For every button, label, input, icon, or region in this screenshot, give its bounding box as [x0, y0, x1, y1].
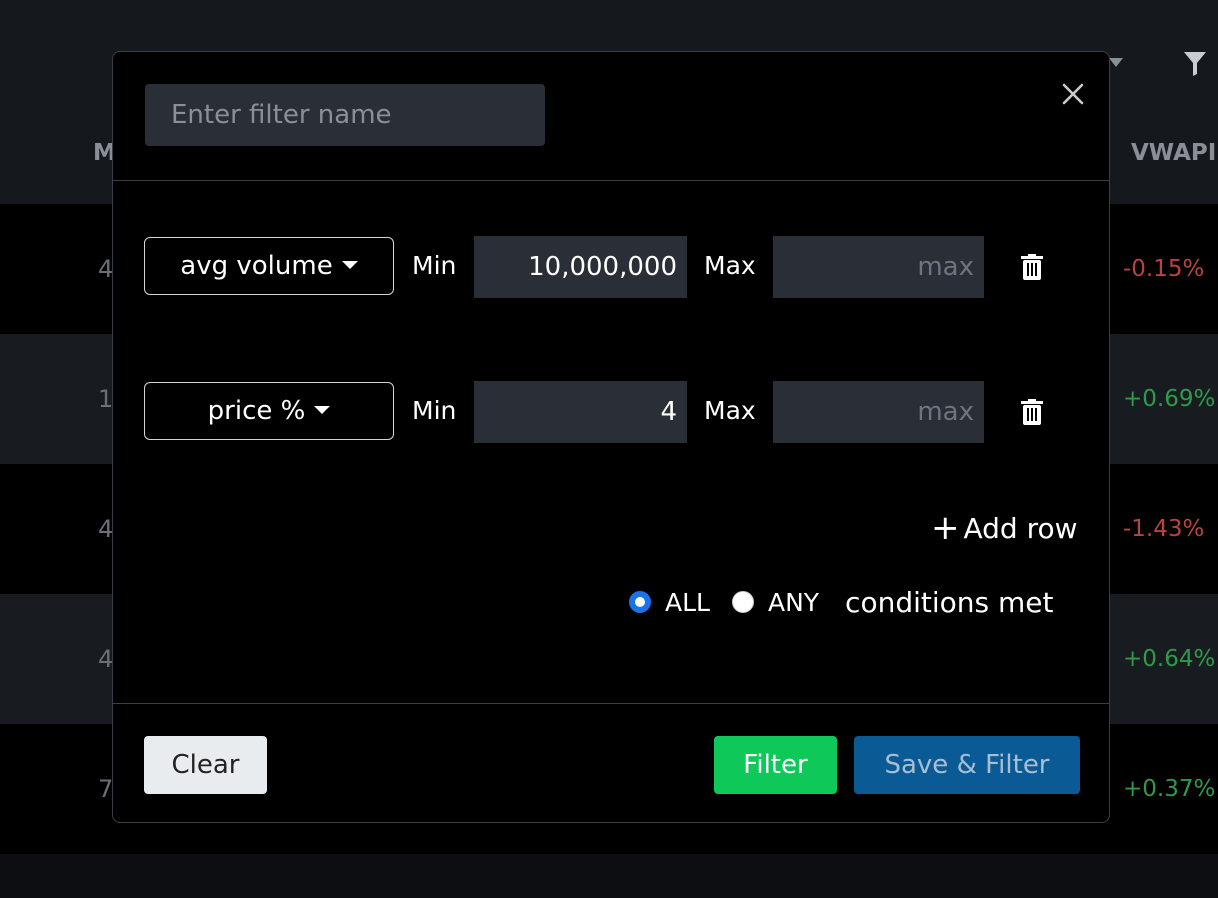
radio-all-label: ALL: [665, 587, 710, 617]
field-dropdown-label: avg volume: [180, 251, 333, 281]
min-label: Min: [412, 251, 457, 280]
radio-all[interactable]: [629, 591, 651, 613]
column-header-vwap[interactable]: VWAPI: [1131, 140, 1216, 166]
filter-row: avg volume Min Max: [113, 236, 1109, 299]
vwap-cell: +0.69%: [1123, 386, 1216, 412]
min-input[interactable]: [474, 381, 687, 443]
max-input[interactable]: [773, 236, 984, 298]
clear-button[interactable]: Clear: [144, 736, 267, 794]
table-cell: 1: [98, 385, 114, 413]
caret-down-icon: [314, 406, 331, 414]
min-label: Min: [412, 396, 457, 425]
modal-footer: Clear Filter Save & Filter: [113, 703, 1109, 823]
add-row-label: Add row: [963, 511, 1078, 545]
max-input[interactable]: [773, 381, 984, 443]
filter-button[interactable]: Filter: [714, 736, 837, 794]
trash-icon[interactable]: [1021, 399, 1043, 425]
radio-any-label: ANY: [767, 587, 820, 617]
table-cell: 4: [98, 255, 114, 283]
caret-down-icon: [341, 261, 358, 269]
field-dropdown-label: price %: [207, 396, 306, 426]
field-dropdown[interactable]: avg volume: [144, 237, 394, 295]
add-row-button[interactable]: + Add row: [931, 508, 1078, 548]
filter-name-input[interactable]: [145, 84, 545, 146]
vwap-cell: -1.43%: [1123, 516, 1205, 542]
table-cell: 4: [98, 515, 114, 543]
vwap-cell: +0.37%: [1123, 776, 1216, 802]
table-cell: 7: [98, 775, 114, 803]
radio-any[interactable]: [731, 591, 754, 613]
save-filter-button[interactable]: Save & Filter: [854, 736, 1080, 794]
vwap-cell: -0.15%: [1123, 256, 1205, 282]
max-label: Max: [704, 251, 756, 280]
vwap-cell: +0.64%: [1123, 646, 1216, 672]
match-mode-group: ALL ANY conditions met: [629, 584, 1053, 620]
filter-row: price % Min Max: [113, 381, 1109, 444]
plus-icon: +: [931, 508, 960, 548]
trash-icon[interactable]: [1021, 254, 1043, 280]
table-cell: 4: [98, 645, 114, 673]
conditions-met-label: conditions met: [845, 585, 1054, 619]
close-icon[interactable]: [1059, 80, 1087, 108]
field-dropdown[interactable]: price %: [144, 382, 394, 440]
caret-down-icon[interactable]: [1109, 58, 1123, 68]
max-label: Max: [704, 396, 756, 425]
modal-header: [113, 52, 1109, 181]
filter-modal: avg volume Min Max price % Min Max: [112, 51, 1110, 823]
filter-funnel-icon[interactable]: [1184, 52, 1206, 76]
min-input[interactable]: [474, 236, 687, 298]
